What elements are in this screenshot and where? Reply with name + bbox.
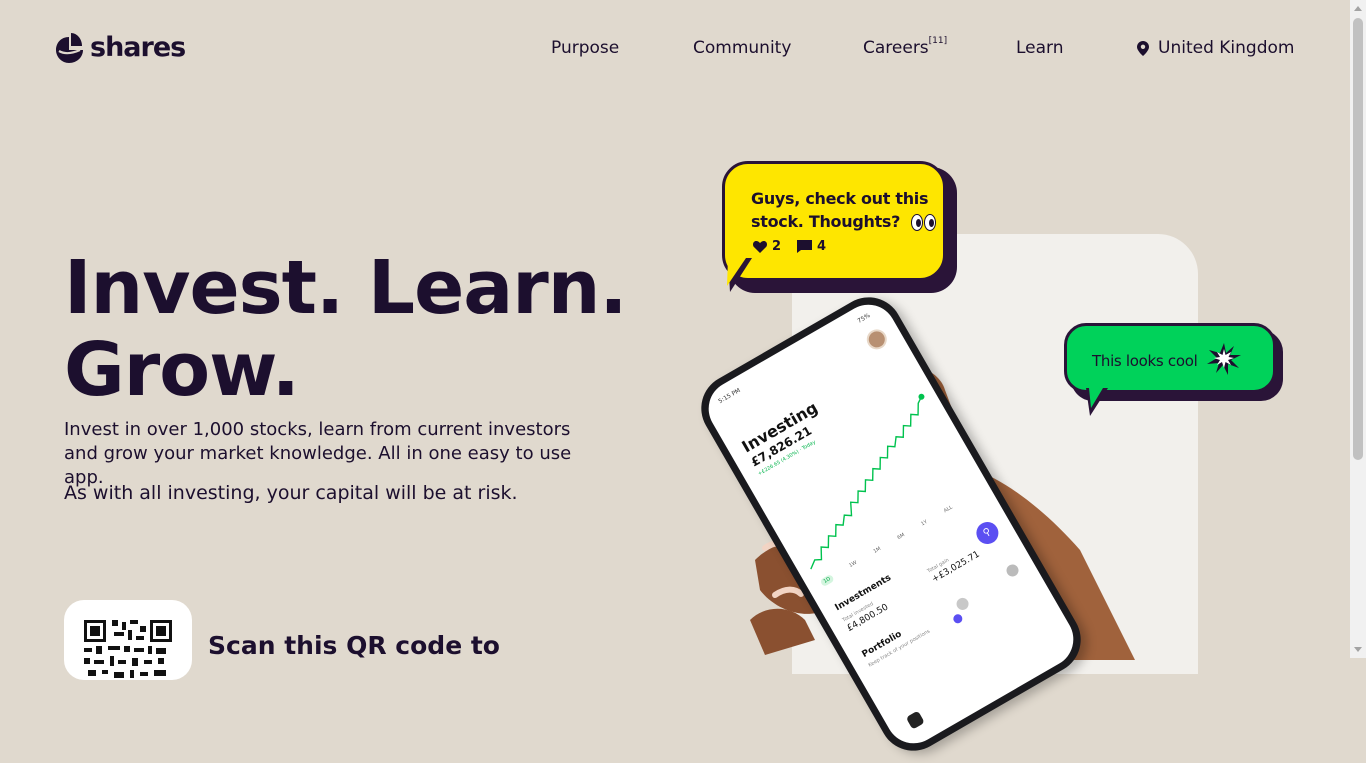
yellow-bubble-tail [727,258,752,292]
eyes-emoji-icon [911,214,937,231]
clock-icon [1004,562,1021,579]
search-fab-icon: ⚲ [972,517,1003,549]
qr-code-icon [84,620,172,678]
scroll-down-arrow-icon[interactable] [1354,647,1362,652]
yellow-bubble-content: Guys, check out this stock. Thoughts? [751,187,941,233]
range-tab-1d[interactable]: 1D [819,573,835,588]
headline-line-2: Grow. [64,327,300,413]
risk-warning: As with all investing, your capital will… [64,482,518,504]
phone-time: 5:15 PM [717,387,742,406]
hero-headline: Invest. Learn. Grow. [64,247,627,411]
region-label: United Kingdom [1158,38,1295,58]
nav-careers[interactable]: Careers[11] [863,36,948,58]
qr-card [64,600,192,680]
careers-count-badge: [11] [928,36,948,46]
headline-line-1: Invest. Learn. [64,245,627,331]
range-tab-1w[interactable]: 1W [848,560,859,571]
nav-careers-label: Careers [863,38,929,58]
nav-community[interactable]: Community [693,38,791,58]
brand-name: shares [90,32,186,63]
comment-icon [797,240,813,253]
range-tab-1m[interactable]: 1M [873,546,883,557]
shares-logo[interactable]: shares [55,31,186,64]
sparkle-burst-icon [1207,343,1241,375]
heart-icon [753,240,767,253]
comments-count: 4 [817,239,827,254]
comments-stat: 4 [797,239,826,254]
qr-cta-text: Scan this QR code to [208,631,500,660]
bubble-stats: 2 4 [753,239,826,254]
nav-purpose[interactable]: Purpose [551,38,619,58]
location-pin-icon [1137,40,1149,56]
shares-logo-icon [56,33,83,63]
likes-stat: 2 [753,239,781,254]
hero-description: Invest in over 1,000 stocks, learn from … [64,419,572,488]
nav-dot-icon [954,595,971,613]
range-tab-6m[interactable]: 6M [896,532,906,543]
yellow-bubble-text: Guys, check out this stock. Thoughts? [751,189,929,231]
scroll-up-arrow-icon[interactable] [1354,6,1362,11]
range-tab-1y[interactable]: 1Y [920,519,929,529]
page-scrollbar[interactable] [1350,0,1366,658]
likes-count: 2 [772,239,782,254]
avatar [863,325,891,354]
scrollbar-thumb[interactable] [1353,18,1363,460]
notification-dot-icon [951,612,964,625]
region-selector[interactable]: United Kingdom [1137,38,1294,58]
home-nav-icon [905,710,925,730]
range-tab-all[interactable]: ALL [943,505,955,516]
nav-learn[interactable]: Learn [1016,38,1064,58]
phone-battery: 75% [856,312,872,325]
